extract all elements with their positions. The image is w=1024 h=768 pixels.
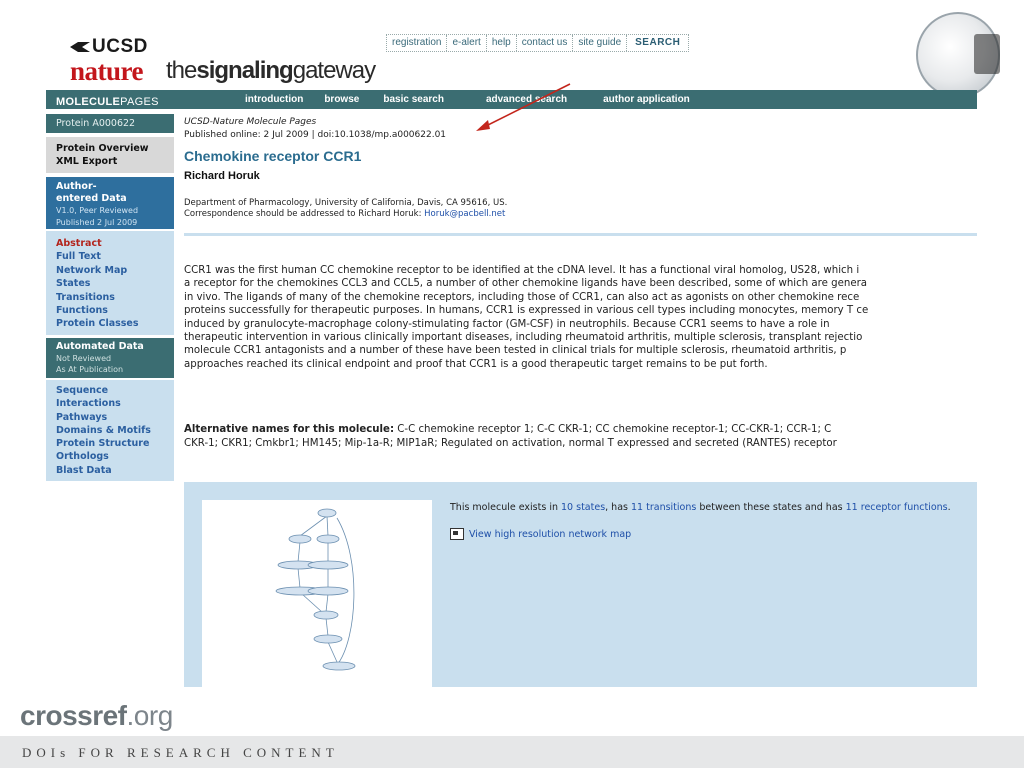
sidebar-item-full-text[interactable]: Full Text — [56, 250, 164, 263]
sidebar-item-functions[interactable]: Functions — [56, 304, 164, 317]
publication-info: Published online: 2 Jul 2009 | doi:10.10… — [184, 130, 447, 140]
sidebar-item-states[interactable]: States — [56, 277, 164, 290]
molecule-pages-logo[interactable]: MOLECULEPAGES — [56, 96, 159, 108]
abstract-line: approaches reached its clinical endpoint… — [184, 358, 768, 370]
abstract-line: molecule CCR1 antagonists and a number o… — [184, 345, 847, 357]
sidebar-item-blast-data[interactable]: Blast Data — [56, 464, 164, 477]
automated-data-title: Automated Data — [56, 341, 144, 352]
author-data-box: Author- entered Data V1.0, Peer Reviewed… — [46, 177, 174, 229]
overview-box: Protein Overview XML Export — [46, 137, 174, 173]
network-diagram-thumbnail — [275, 508, 356, 671]
abstract-line: CCR1 was the first human CC chemokine re… — [184, 265, 860, 276]
annotation-arrow — [476, 83, 571, 131]
sidebar-item-abstract[interactable]: Abstract — [56, 237, 164, 250]
abstract-line: proteins successfully for therapeutic pu… — [184, 305, 869, 317]
crossref-logo: crossref.org — [20, 700, 173, 731]
section-divider — [184, 233, 977, 236]
author-data-title-1: Author- — [56, 181, 97, 192]
author-data-title-2: entered Data — [56, 193, 127, 204]
author-email-link[interactable]: Horuk@pacbell.net — [424, 209, 505, 219]
contact-us-link[interactable]: contact us — [517, 35, 574, 51]
nav-basic-search[interactable]: basic search — [383, 94, 444, 105]
ucsd-mark-icon — [70, 41, 90, 52]
alt-names-line-1: Alternative names for this molecule: C-C… — [184, 424, 832, 435]
registration-link[interactable]: registration — [387, 35, 448, 51]
sidebar-item-domains-motifs[interactable]: Domains & Motifs — [56, 424, 164, 437]
nav-author-application[interactable]: author application — [603, 94, 690, 105]
receptor-functions-link[interactable]: 11 receptor functions — [846, 502, 948, 513]
journal-name: UCSD-Nature Molecule Pages — [184, 117, 317, 127]
search-link[interactable]: SEARCH — [627, 35, 688, 51]
sidebar-item-network-map[interactable]: Network Map — [56, 264, 164, 277]
badge-figure-icon — [974, 34, 1000, 74]
article-author: Richard Horuk — [184, 170, 260, 182]
alt-names-line-2: CKR-1; CKR1; Cmkbr1; HM145; Mip-1a-R; MI… — [184, 438, 837, 449]
automated-data-box: Automated Data Not Reviewed As At Public… — [46, 338, 174, 378]
nav-browse[interactable]: browse — [324, 94, 359, 105]
sidebar-item-orthologs[interactable]: Orthologs — [56, 450, 164, 463]
alt-names-label: Alternative names for this molecule: — [184, 424, 395, 435]
states-link[interactable]: 10 states — [561, 502, 605, 513]
protein-overview-link[interactable]: Protein Overview — [56, 142, 164, 155]
author-affiliation: Department of Pharmacology, University o… — [184, 198, 507, 220]
automated-data-publication: As At Publication — [56, 365, 124, 374]
xml-export-link[interactable]: XML Export — [56, 155, 164, 168]
image-icon — [450, 528, 464, 540]
help-link[interactable]: help — [487, 35, 517, 51]
network-states-summary: This molecule exists in 10 states, has 1… — [450, 502, 951, 513]
e-alert-link[interactable]: e-alert — [447, 35, 487, 51]
abstract-line: a receptor for the chemokines CCL3 and C… — [184, 278, 868, 290]
sidebar-item-interactions[interactable]: Interactions — [56, 397, 164, 410]
sidebar-item-protein-classes[interactable]: Protein Classes — [56, 317, 164, 330]
top-utility-bar: registration e-alert help contact us sit… — [386, 34, 690, 52]
automated-data-review: Not Reviewed — [56, 353, 112, 363]
network-map-link[interactable]: View high resolution network map — [450, 528, 631, 540]
sidebar-item-pathways[interactable]: Pathways — [56, 411, 164, 424]
footer-tagline: DOIs FOR RESEARCH CONTENT — [22, 745, 339, 760]
affiliation-text: Department of Pharmacology, University o… — [184, 198, 508, 208]
sidebar-item-protein-structure[interactable]: Protein Structure — [56, 437, 164, 450]
abstract-line: in vivo. The ligands of many of the chem… — [184, 291, 860, 303]
nav-introduction[interactable]: introduction — [245, 94, 303, 105]
nature-logo: nature — [70, 56, 144, 86]
alternative-names: Alternative names for this molecule: C-C… — [184, 423, 977, 455]
abstract-line: therapeutic intervention in various clin… — [184, 332, 863, 344]
author-data-links: Abstract Full Text Network Map States Tr… — [46, 231, 174, 335]
abstract-line: induced by granulocyte-macrophage colony… — [184, 318, 830, 330]
author-data-version: V1.0, Peer Reviewed — [56, 206, 139, 215]
author-data-published: Published 2 Jul 2009 — [56, 218, 138, 227]
article-title: Chemokine receptor CCR1 — [184, 148, 362, 164]
transitions-link[interactable]: 11 transitions — [631, 502, 696, 513]
automated-data-links: Sequence Interactions Pathways Domains &… — [46, 380, 174, 481]
site-guide-link[interactable]: site guide — [573, 35, 628, 51]
network-map-thumbnail[interactable] — [202, 500, 432, 687]
protein-id: Protein A000622 — [46, 114, 174, 133]
signaling-gateway-logo: thesignalinggateway — [166, 57, 376, 84]
correspondence-line: Correspondence should be addressed to Ri… — [184, 209, 506, 219]
ucsd-logo: UCSD — [70, 36, 148, 58]
abstract-text: CCR1 was the first human CC chemokine re… — [184, 264, 977, 408]
sidebar-item-sequence[interactable]: Sequence — [56, 384, 164, 397]
sidebar-item-transitions[interactable]: Transitions — [56, 291, 164, 304]
